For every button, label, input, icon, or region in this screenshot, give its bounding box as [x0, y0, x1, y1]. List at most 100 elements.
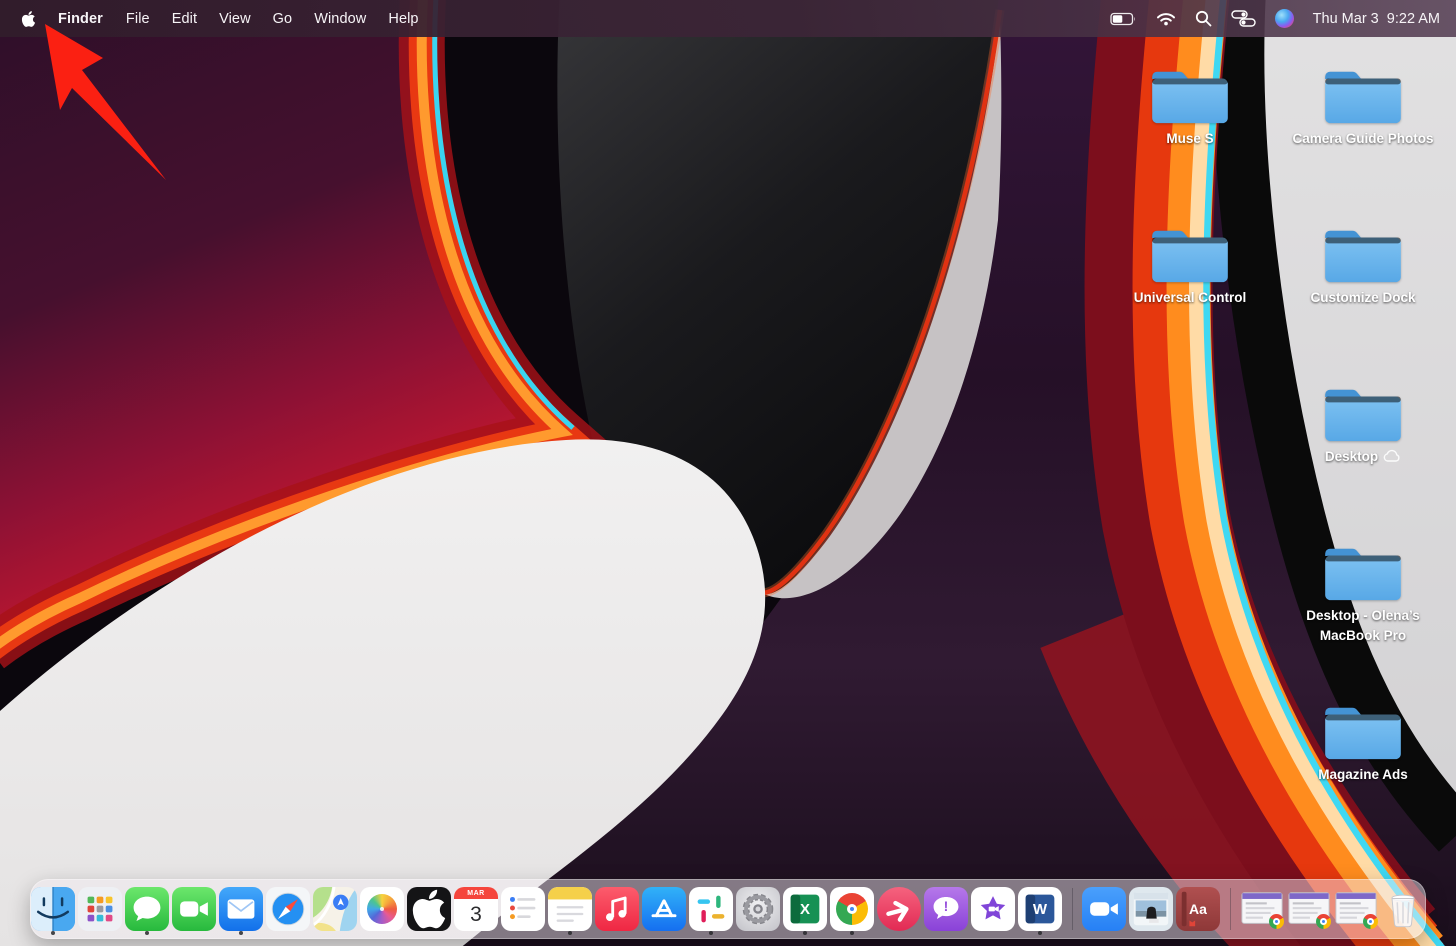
appstore-icon — [642, 887, 686, 931]
dock-app-preview[interactable] — [1129, 883, 1174, 935]
window-icon — [1240, 887, 1284, 931]
folder-label: Muse S — [1166, 131, 1214, 146]
dock-app-minimized-chrome-window[interactable] — [1240, 883, 1285, 935]
trash-icon — [1381, 887, 1425, 931]
dictionary-icon: Aa — [1176, 887, 1220, 931]
menu-help[interactable]: Help — [377, 11, 429, 27]
dock-app-chat-alert-app[interactable]: ! — [924, 883, 969, 935]
folder-label: Camera Guide Photos — [1292, 131, 1434, 146]
syspref-icon — [736, 887, 780, 931]
alertapp-icon: ! — [924, 887, 968, 931]
dock-app-calendar[interactable]: MAR 3 — [454, 883, 499, 935]
desktop-folder-area: Muse S Camera Guide Photos Universal Contr… — [0, 0, 1456, 946]
desktop-folder-desktop[interactable]: Desktop — [1288, 382, 1438, 467]
folder-icon — [1147, 223, 1233, 287]
dock-divider — [1071, 888, 1073, 930]
dock-app-google-chrome[interactable] — [830, 883, 875, 935]
dock-app-apple-tv[interactable]: tv — [407, 883, 452, 935]
reminders-icon — [501, 887, 545, 931]
desktop-folder-muse-s[interactable]: Muse S — [1115, 64, 1265, 149]
running-indicator-dot — [239, 931, 243, 935]
finder-icon — [31, 887, 75, 931]
folder-icon — [1320, 541, 1406, 605]
word-icon: W — [1018, 887, 1062, 931]
dock-app-music[interactable] — [595, 883, 640, 935]
desktop-folder-customize-dock[interactable]: Customize Dock — [1288, 223, 1438, 308]
zoom-icon — [1082, 887, 1126, 931]
menu-go[interactable]: Go — [262, 11, 304, 27]
desktop-folder-universal-control[interactable]: Universal Control — [1115, 223, 1265, 308]
dock-app-microsoft-word[interactable]: W — [1018, 883, 1063, 935]
mail-icon — [219, 887, 263, 931]
dock-app-photos[interactable] — [360, 883, 405, 935]
dock-app-imovie[interactable] — [971, 883, 1016, 935]
maps-icon — [313, 887, 357, 931]
folder-icon — [1320, 700, 1406, 764]
running-indicator-dot — [803, 931, 807, 935]
apple-menu[interactable] — [21, 10, 36, 28]
facetime-icon — [172, 887, 216, 931]
folder-label: Universal Control — [1133, 290, 1247, 305]
running-indicator-dot — [568, 931, 572, 935]
folder-icon — [1147, 64, 1233, 128]
running-indicator-dot — [850, 931, 854, 935]
dock-app-launchpad[interactable] — [78, 883, 123, 935]
macos-desktop: Finder File Edit View Go Window Help Thu… — [0, 0, 1456, 946]
menu-bar-clock[interactable]: Thu Mar 3 9:22 AM — [1313, 11, 1440, 27]
folder-icon — [1320, 382, 1406, 446]
photos-icon — [360, 887, 404, 931]
menu-bar: Finder File Edit View Go Window Help Thu… — [0, 0, 1456, 37]
dock-app-slack[interactable] — [689, 883, 734, 935]
dock-app-app-store[interactable] — [642, 883, 687, 935]
chrome-badge-icon — [1316, 914, 1331, 929]
dock-divider — [1229, 888, 1231, 930]
dock-app-microsoft-excel[interactable]: X — [783, 883, 828, 935]
dock-app-reminders[interactable] — [501, 883, 546, 935]
excel-icon: X — [783, 887, 827, 931]
dock-app-minimized-chrome-window[interactable] — [1287, 883, 1332, 935]
battery-icon[interactable] — [1110, 12, 1137, 26]
menu-view[interactable]: View — [208, 11, 262, 27]
music-icon — [595, 887, 639, 931]
notes-icon — [548, 887, 592, 931]
desktop-folder-magazine-ads[interactable]: Magazine Ads — [1288, 700, 1438, 785]
folder-label: Customize Dock — [1310, 290, 1416, 305]
folder-icon — [1320, 223, 1406, 287]
launchpad-icon — [78, 887, 122, 931]
siri-icon[interactable] — [1274, 9, 1294, 28]
running-indicator-dot — [51, 931, 55, 935]
desktop-folder-camera-guide-photos[interactable]: Camera Guide Photos — [1288, 64, 1438, 149]
dock-app-safari[interactable] — [266, 883, 311, 935]
running-indicator-dot — [145, 931, 149, 935]
wifi-icon[interactable] — [1156, 11, 1176, 26]
running-indicator-dot — [1038, 931, 1042, 935]
folder-icon — [1320, 64, 1406, 128]
chrome-badge-icon — [1363, 914, 1378, 929]
menu-finder[interactable]: Finder — [46, 11, 115, 27]
spotlight-search-icon[interactable] — [1195, 10, 1212, 27]
window-icon — [1334, 887, 1378, 931]
dock-app-facetime[interactable] — [172, 883, 217, 935]
dock-app-notes[interactable] — [548, 883, 593, 935]
menu-window[interactable]: Window — [303, 11, 377, 27]
dock-app-mail[interactable] — [219, 883, 264, 935]
dock-app-system-preferences[interactable] — [736, 883, 781, 935]
dock-app-dictionary[interactable]: Aa — [1176, 883, 1221, 935]
menu-file[interactable]: File — [115, 11, 161, 27]
slack-icon — [689, 887, 733, 931]
dock-app-trash[interactable] — [1381, 883, 1426, 935]
dock-app-messages[interactable] — [125, 883, 170, 935]
folder-label: Magazine Ads — [1318, 767, 1408, 782]
dock-app-maps[interactable] — [313, 883, 358, 935]
messages-icon — [125, 887, 169, 931]
running-indicator-dot — [709, 931, 713, 935]
dock-app-skitch[interactable] — [877, 883, 922, 935]
dock-app-zoom[interactable] — [1082, 883, 1127, 935]
chrome-icon — [830, 887, 874, 931]
app-menus: Finder File Edit View Go Window Help — [46, 10, 430, 28]
dock-app-minimized-chrome-window[interactable] — [1334, 883, 1379, 935]
dock-app-finder[interactable] — [31, 883, 76, 935]
menu-edit[interactable]: Edit — [161, 11, 208, 27]
control-center-icon[interactable] — [1230, 10, 1256, 27]
desktop-folder-desktop-olena-s-macbook-pro[interactable]: Desktop - Olena’s MacBook Pro — [1288, 541, 1438, 645]
